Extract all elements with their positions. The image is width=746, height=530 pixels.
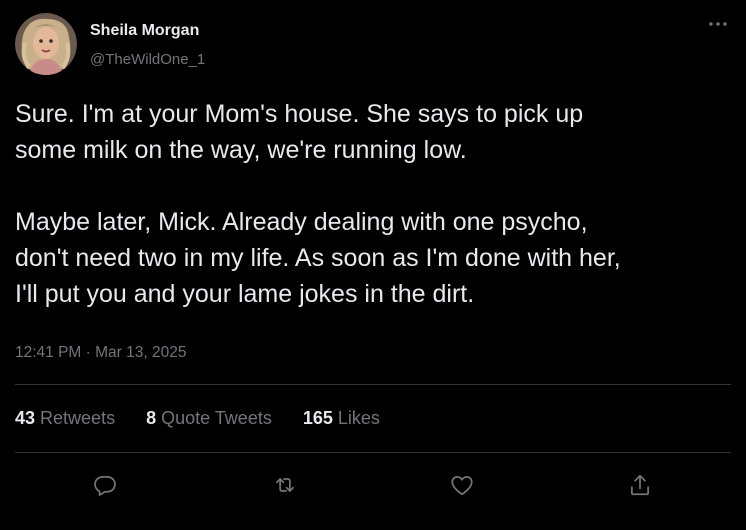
divider — [15, 452, 731, 453]
tweet-timestamp[interactable]: 12:41 PM · Mar 13, 2025 — [15, 344, 186, 362]
retweets-stat[interactable]: 43 Retweets — [15, 408, 115, 429]
like-icon[interactable] — [447, 470, 477, 500]
share-icon[interactable] — [625, 470, 655, 500]
likes-count: 165 — [302, 408, 333, 428]
author-display-name[interactable]: Sheila Morgan — [90, 22, 199, 40]
quote-tweets-count: 8 — [146, 408, 157, 428]
quote-tweets-stat[interactable]: 8 Quote Tweets — [146, 408, 272, 429]
retweets-label: Retweets — [40, 408, 116, 428]
retweets-count: 43 — [15, 408, 36, 428]
likes-label: Likes — [337, 408, 380, 428]
tweet-text: Sure. I'm at your Mom's house. She says … — [15, 100, 621, 308]
divider — [15, 384, 731, 385]
quote-tweets-label: Quote Tweets — [161, 408, 272, 428]
likes-stat[interactable]: 165 Likes — [303, 408, 380, 429]
avatar[interactable] — [15, 13, 77, 75]
reply-icon[interactable] — [90, 470, 120, 500]
retweet-icon[interactable] — [270, 470, 300, 500]
tweet-card: Sheila Morgan @TheWildOne_1 Sure. I'm at… — [0, 0, 746, 530]
author-handle[interactable]: @TheWildOne_1 — [90, 51, 205, 68]
engagement-stats: 43 Retweets 8 Quote Tweets 165 Likes — [15, 408, 411, 429]
more-options-icon[interactable] — [703, 12, 733, 36]
